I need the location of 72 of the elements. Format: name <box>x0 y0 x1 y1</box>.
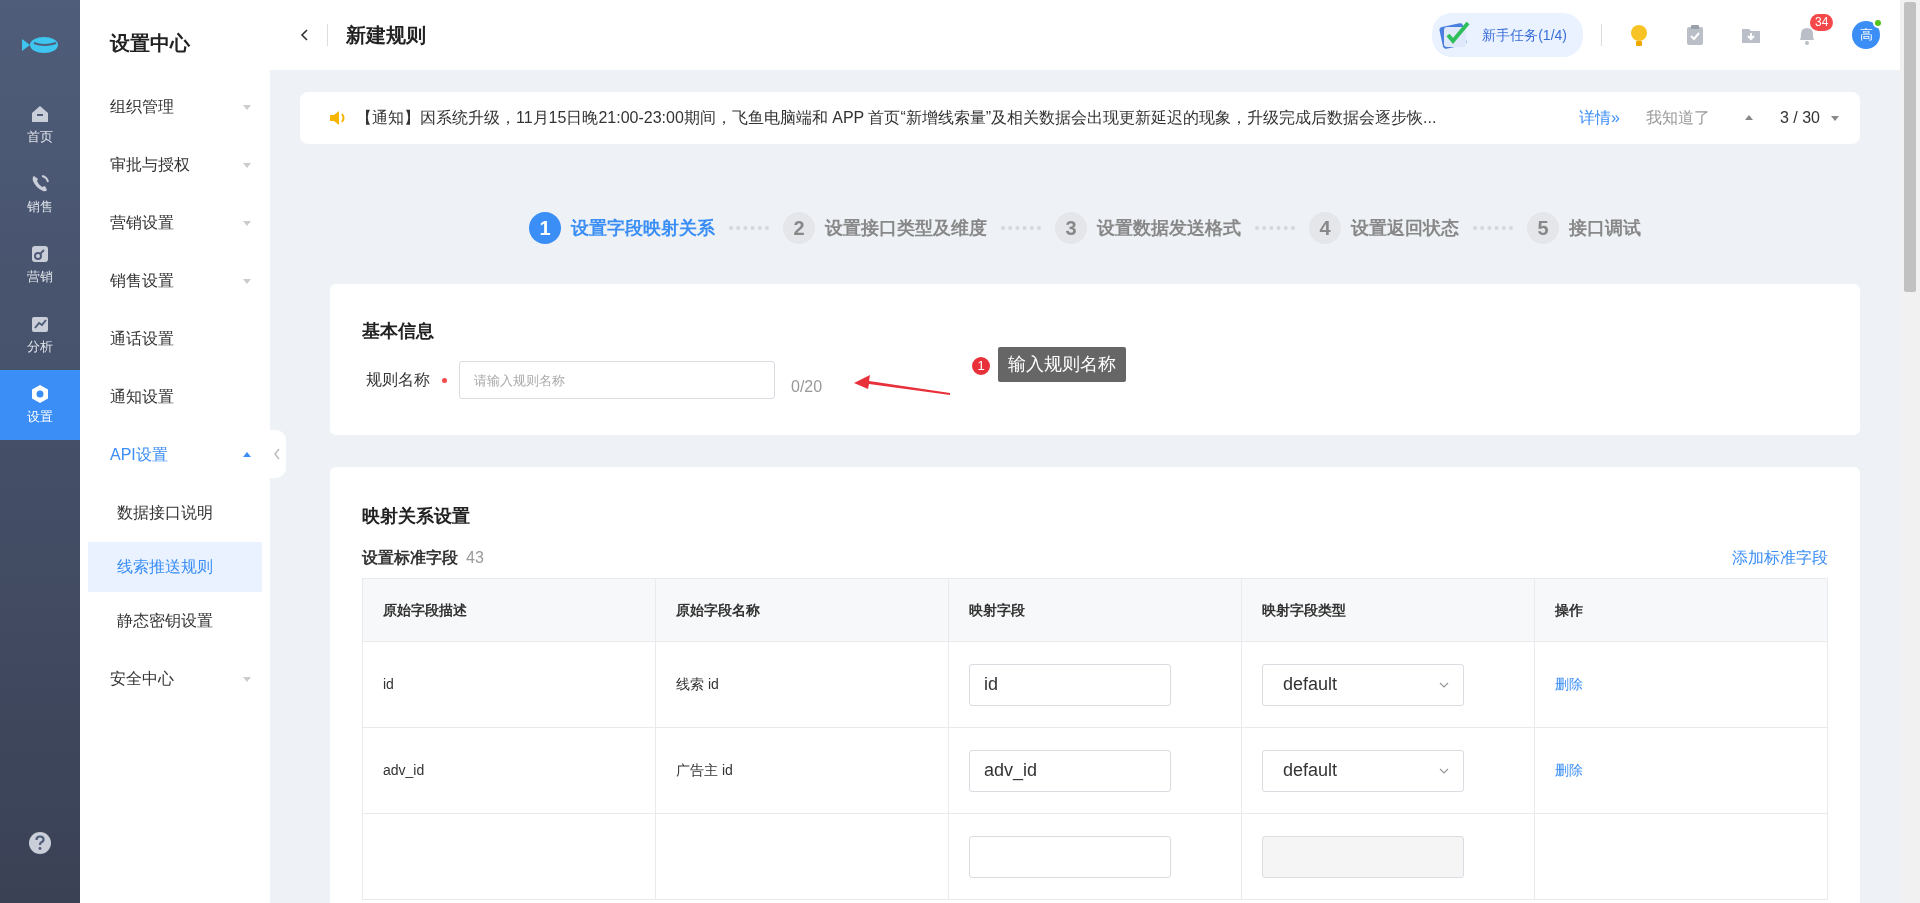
chevron-left-icon <box>300 29 309 41</box>
clipboard-check-icon[interactable] <box>1684 24 1706 46</box>
chevron-down-icon <box>1439 681 1449 688</box>
back-button[interactable] <box>300 29 309 41</box>
sidebar-title: 设置中心 <box>108 31 191 56</box>
sidebar-subitem[interactable]: 静态密钥设置 <box>88 596 262 646</box>
notice-text: 【通知】因系统升级，11月15日晚21:00-23:00期间，飞鱼电脑端和 APP 首页“新增线索量”及相关数据会出现更新延迟的现象，升级完成后数据会逐步恢... <box>356 108 1438 128</box>
table-cell: 线索 id <box>676 676 719 692</box>
help-icon <box>28 831 52 855</box>
page-title: 新建规则 <box>346 23 426 48</box>
field-count: 43 <box>466 548 484 568</box>
sidebar-item[interactable]: 销售设置 <box>80 252 270 310</box>
caret-down-icon[interactable] <box>1830 113 1840 123</box>
sidebar-item[interactable]: 通话设置 <box>80 310 270 368</box>
add-field-link[interactable]: 添加标准字段 <box>1732 546 1828 570</box>
subsection-title: 设置标准字段 <box>362 548 458 568</box>
task-button[interactable]: 新手任务(1/4) <box>1432 13 1583 57</box>
rule-name-field[interactable]: 请输入规则名称 <box>459 361 775 399</box>
rail-item[interactable]: 销售 <box>0 160 80 230</box>
sidebar-item[interactable]: API设置 <box>80 426 270 484</box>
chevron-down-icon <box>1439 767 1449 774</box>
character-counter: 0/20 <box>791 377 823 397</box>
column-header: 操作 <box>1534 578 1828 642</box>
dismiss-link[interactable]: 我知道了 <box>1645 106 1710 130</box>
collapse-handle[interactable] <box>268 430 286 478</box>
annotation-tooltip: 输入规则名称 <box>998 347 1126 382</box>
delete-link[interactable]: 删除 <box>1555 762 1583 778</box>
mapping-field[interactable] <box>969 835 1171 878</box>
lightbulb-icon[interactable] <box>1628 24 1650 46</box>
scrollbar[interactable] <box>1900 0 1920 903</box>
sidebar-subitem[interactable]: 线索推送规则 <box>88 542 262 592</box>
annotation-number: 1 <box>970 355 992 377</box>
rail-item[interactable]: 设置 <box>0 370 80 440</box>
type-select[interactable]: default <box>1262 663 1464 706</box>
rail-item[interactable]: 首页 <box>0 90 80 160</box>
column-header: 映射字段 <box>948 578 1242 642</box>
table-cell: id <box>383 676 394 692</box>
field-label: 规则名称 <box>366 370 430 390</box>
column-header: 原始字段名称 <box>655 578 949 642</box>
rail-item[interactable]: 营销 <box>0 230 80 300</box>
sidebar-subitem[interactable]: 数据接口说明 <box>88 488 262 538</box>
online-status-dot <box>1873 18 1883 28</box>
step[interactable]: 5 接口调试 <box>1527 212 1641 244</box>
step[interactable]: 4 设置返回状态 <box>1309 212 1459 244</box>
column-header: 映射字段类型 <box>1241 578 1535 642</box>
mapping-field[interactable]: adv_id <box>969 749 1171 792</box>
step[interactable]: 3 设置数据发送格式 <box>1055 212 1241 244</box>
delete-link[interactable]: 删除 <box>1555 676 1583 692</box>
sidebar-item[interactable]: 通知设置 <box>80 368 270 426</box>
checklist-icon <box>1438 19 1471 51</box>
table-cell: 广告主 id <box>676 762 733 778</box>
chevron-left-icon <box>273 448 281 460</box>
notification-badge: 34 <box>1810 13 1834 31</box>
gear-icon <box>29 383 51 406</box>
section-title: 基本信息 <box>362 320 435 343</box>
sidebar-item[interactable]: 营销设置 <box>80 194 270 252</box>
notice-pager: 3 / 30 <box>1779 108 1820 128</box>
caret-up-icon[interactable] <box>1743 113 1754 123</box>
speaker-icon <box>328 108 346 128</box>
sidebar-item[interactable]: 审批与授权 <box>80 136 270 194</box>
step[interactable]: 1 设置字段映射关系 <box>529 212 715 244</box>
rail-item[interactable]: 分析 <box>0 300 80 370</box>
sidebar-item[interactable]: 组织管理 <box>80 78 270 136</box>
type-select[interactable]: default <box>1262 749 1464 792</box>
column-header: 原始字段描述 <box>362 578 656 642</box>
mapping-field[interactable]: id <box>969 663 1171 706</box>
sidebar-item[interactable]: 安全中心 <box>80 650 270 708</box>
details-link[interactable]: 详情» <box>1579 106 1620 130</box>
table-cell: adv_id <box>383 762 425 778</box>
step[interactable]: 2 设置接口类型及维度 <box>783 212 987 244</box>
section-title: 映射关系设置 <box>362 505 471 528</box>
avatar[interactable]: 高 <box>1852 21 1880 49</box>
